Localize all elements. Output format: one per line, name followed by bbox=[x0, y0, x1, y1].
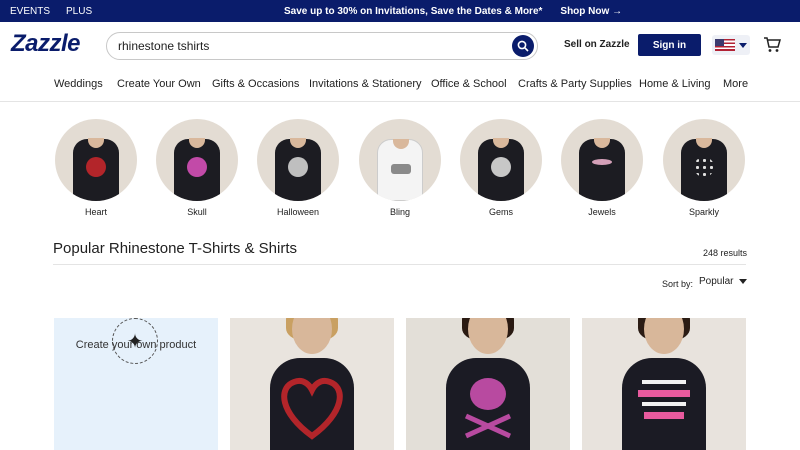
category-label: Sparkly bbox=[688, 207, 719, 217]
heart-design bbox=[281, 378, 343, 440]
nav-create-your-own[interactable]: Create Your Own bbox=[117, 78, 201, 90]
search-icon bbox=[517, 40, 529, 52]
category-label: Halloween bbox=[276, 207, 320, 217]
page-title: Popular Rhinestone T-Shirts & Shirts bbox=[53, 240, 298, 257]
category-image bbox=[257, 119, 339, 201]
promo-message[interactable]: Save up to 30% on Invitations, Save the … bbox=[284, 6, 542, 17]
category-jewels[interactable]: Jewels bbox=[561, 119, 643, 217]
plus-link[interactable]: PLUS bbox=[66, 6, 92, 17]
product-image bbox=[644, 318, 684, 354]
sort-label: Sort by: bbox=[662, 279, 694, 289]
product-image bbox=[468, 318, 508, 354]
category-skull[interactable]: Skull bbox=[156, 119, 238, 217]
shop-now-link[interactable]: Shop Now → bbox=[560, 6, 622, 17]
nav-crafts-party-supplies[interactable]: Crafts & Party Supplies bbox=[518, 78, 632, 90]
product-image bbox=[292, 318, 332, 354]
product-card[interactable] bbox=[406, 318, 570, 450]
nav-more[interactable]: More bbox=[723, 78, 748, 90]
product-image bbox=[270, 358, 354, 450]
category-carousel: Heart Skull Halloween Bling Gems Jewels … bbox=[0, 102, 800, 217]
category-label: Jewels bbox=[588, 207, 616, 217]
category-image bbox=[460, 119, 542, 201]
search-bar[interactable]: rhinestone tshirts bbox=[106, 32, 538, 60]
category-bling[interactable]: Bling bbox=[359, 119, 441, 217]
nav-weddings[interactable]: Weddings bbox=[54, 78, 103, 90]
category-image bbox=[156, 119, 238, 201]
sign-in-button[interactable]: Sign in bbox=[638, 34, 701, 56]
search-button[interactable] bbox=[512, 35, 534, 57]
results-count: 248 results bbox=[703, 248, 748, 258]
category-image bbox=[55, 119, 137, 201]
category-image bbox=[359, 119, 441, 201]
zazzle-logo[interactable]: Zazzle bbox=[11, 30, 81, 58]
product-image bbox=[622, 358, 706, 450]
nav-gifts-occasions[interactable]: Gifts & Occasions bbox=[212, 78, 299, 90]
country-selector[interactable] bbox=[712, 35, 750, 55]
sell-on-zazzle-link[interactable]: Sell on Zazzle bbox=[564, 39, 630, 50]
promo-bar: EVENTS PLUS Save up to 30% on Invitation… bbox=[0, 0, 800, 22]
category-label: Bling bbox=[389, 207, 410, 217]
category-label: Skull bbox=[187, 207, 207, 217]
product-image bbox=[446, 358, 530, 450]
category-image bbox=[663, 119, 745, 201]
category-image bbox=[561, 119, 643, 201]
category-heart[interactable]: Heart bbox=[55, 119, 137, 217]
us-flag-icon bbox=[715, 39, 735, 51]
category-label: Heart bbox=[84, 207, 107, 217]
nav-home-living[interactable]: Home & Living bbox=[639, 78, 711, 90]
product-card[interactable] bbox=[582, 318, 746, 450]
main-nav: Weddings Create Your Own Gifts & Occasio… bbox=[0, 66, 800, 102]
sort-value: Popular bbox=[699, 276, 734, 287]
sort-dropdown[interactable]: Popular bbox=[699, 276, 748, 287]
search-input[interactable]: rhinestone tshirts bbox=[118, 39, 209, 53]
category-gems[interactable]: Gems bbox=[460, 119, 542, 217]
divider bbox=[53, 264, 746, 265]
create-your-own-card[interactable]: ✦ Create your own product bbox=[54, 318, 218, 450]
skull-design bbox=[464, 378, 512, 439]
site-header: Zazzle rhinestone tshirts Sell on Zazzle… bbox=[0, 22, 800, 66]
category-sparkly[interactable]: Sparkly bbox=[663, 119, 745, 217]
chevron-down-icon bbox=[739, 279, 748, 284]
product-card[interactable] bbox=[230, 318, 394, 450]
nav-invitations-stationery[interactable]: Invitations & Stationery bbox=[309, 78, 422, 90]
category-halloween[interactable]: Halloween bbox=[257, 119, 339, 217]
cart-icon[interactable] bbox=[763, 36, 781, 53]
nav-office-school[interactable]: Office & School bbox=[431, 78, 507, 90]
create-your-own-text: Create your own product bbox=[75, 339, 197, 351]
category-label: Gems bbox=[488, 207, 513, 217]
events-link[interactable]: EVENTS bbox=[10, 6, 50, 17]
diamond-text-design bbox=[638, 380, 690, 419]
chevron-down-icon bbox=[739, 42, 747, 48]
